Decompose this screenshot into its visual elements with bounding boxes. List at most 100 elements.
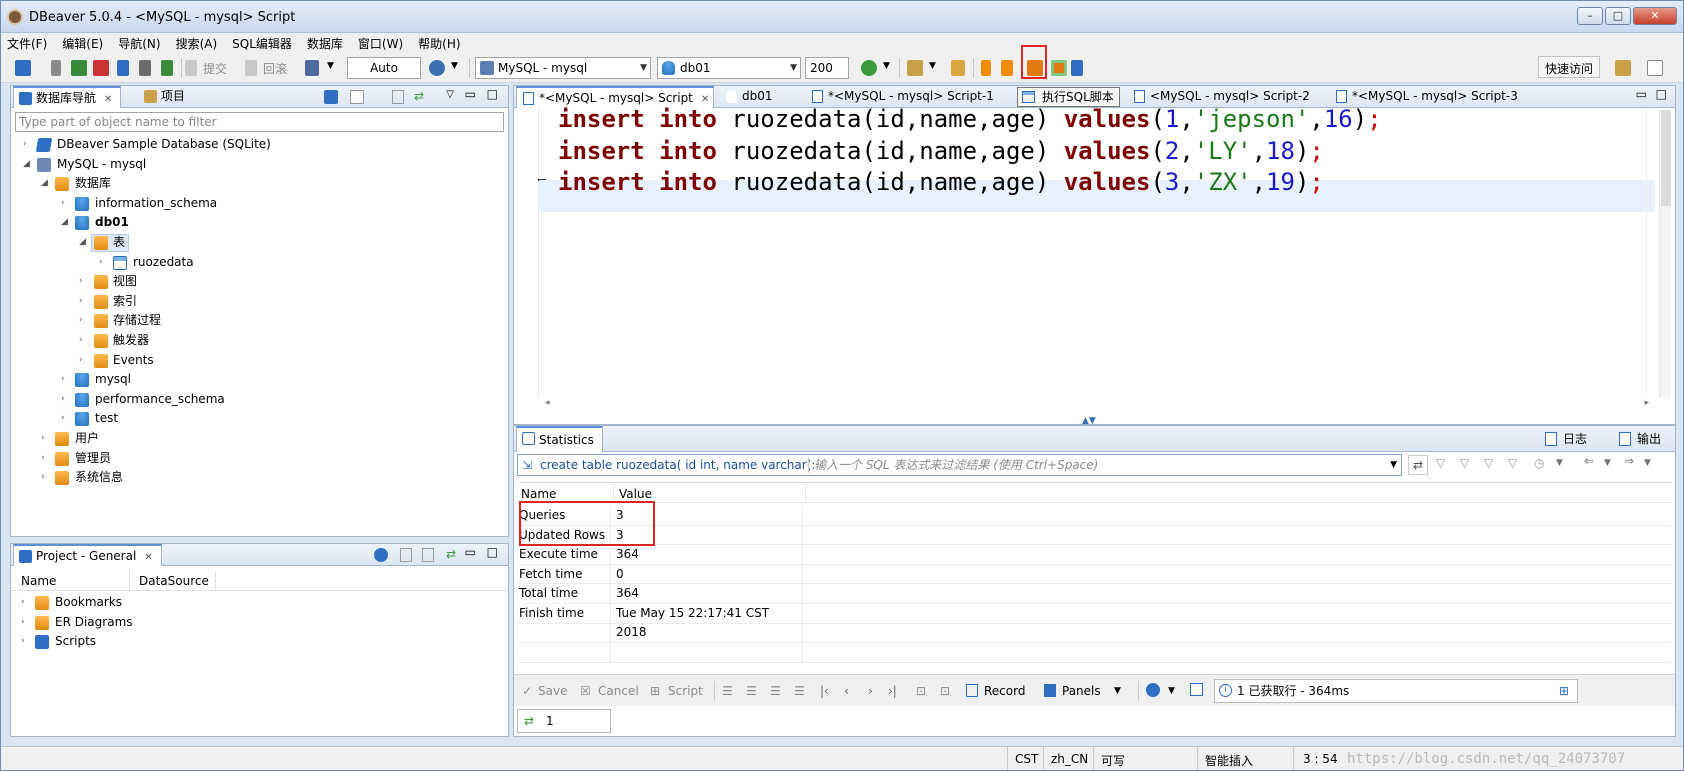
tree-item-databases[interactable]: ◢ 数据库 xyxy=(11,174,508,194)
new-script-icon[interactable] xyxy=(161,60,173,76)
chevron-down-icon[interactable]: ▼ xyxy=(883,61,890,71)
table-row[interactable]: Fetch time 0 xyxy=(517,564,1671,585)
expand-all-icon[interactable] xyxy=(422,548,434,562)
first-page-icon[interactable]: |‹ xyxy=(820,684,829,698)
schema-selector[interactable]: db01 ▼ xyxy=(657,57,801,79)
commit-button[interactable]: 提交 xyxy=(203,60,227,77)
minimize-editor-icon[interactable]: ▭ xyxy=(1636,87,1647,101)
column-name[interactable]: Name xyxy=(521,487,556,501)
tree-item-events[interactable]: › Events xyxy=(11,351,508,371)
tree-item-mysql-connection[interactable]: ◢ MySQL - mysql xyxy=(11,155,508,175)
close-button[interactable]: ✕ xyxy=(1633,7,1677,25)
filter-history-icon[interactable]: ▽ xyxy=(1508,456,1517,470)
result-tab-1[interactable]: ⇄ 1 xyxy=(517,709,611,733)
fetch-all-icon[interactable]: ⊡ xyxy=(940,684,950,698)
rollback-button[interactable]: 回滚 xyxy=(263,60,287,77)
chevron-down-icon[interactable]: ▼ xyxy=(1168,686,1175,696)
tree-item-performance-schema[interactable]: › performance_schema xyxy=(11,390,508,410)
forward-icon[interactable]: ⇒ xyxy=(1624,454,1634,468)
disconnect-icon[interactable] xyxy=(93,60,109,76)
dbeaver-perspective-icon[interactable] xyxy=(1647,60,1663,76)
maximize-editor-icon[interactable]: □ xyxy=(1656,87,1667,101)
chevron-down-icon[interactable]: ▼ xyxy=(1644,458,1651,468)
tab-project[interactable]: 项目 xyxy=(139,86,193,108)
history-icon[interactable] xyxy=(429,60,445,76)
execute-new-tab-icon[interactable] xyxy=(1001,60,1013,76)
back-icon[interactable]: ⇐ xyxy=(1584,454,1594,468)
close-icon[interactable]: ✕ xyxy=(144,552,152,563)
tree-item-information-schema[interactable]: › information_schema xyxy=(11,194,508,214)
grid-view-icon[interactable] xyxy=(1190,683,1203,696)
output-button[interactable]: 输出 xyxy=(1618,430,1661,448)
add-row-icon[interactable]: ☰ xyxy=(746,684,757,698)
log-button[interactable]: 日志 xyxy=(1544,430,1587,448)
record-button[interactable]: Record xyxy=(984,684,1025,698)
copy-row-icon[interactable]: ☰ xyxy=(770,684,781,698)
filter-icon[interactable]: ▽ xyxy=(1436,456,1445,470)
tree-item-test[interactable]: › test xyxy=(11,409,508,429)
new-connection-icon[interactable] xyxy=(324,90,338,104)
view-menu-icon[interactable]: ▽ xyxy=(446,89,454,100)
tree-item-ruozedata[interactable]: › ruozedata xyxy=(11,253,508,273)
results-filter-input[interactable]: 输入一个 SQL 表达式来过滤结果 (使用 Ctrl+Space) xyxy=(814,455,1098,475)
filter-clear-icon[interactable]: ▽ xyxy=(1460,456,1469,470)
table-row[interactable]: Updated Rows 3 xyxy=(517,525,1671,546)
link-with-editor-icon[interactable]: ⇄ xyxy=(414,89,424,103)
tree-item-procedures[interactable]: › 存储过程 xyxy=(11,311,508,331)
tab-statistics[interactable]: Statistics xyxy=(516,426,603,452)
execute-script-new-tab-icon[interactable] xyxy=(1051,60,1067,76)
maximize-button[interactable]: □ xyxy=(1605,7,1631,25)
refresh-icon[interactable] xyxy=(861,60,877,76)
result-limit-input[interactable]: 200 xyxy=(805,57,849,79)
menu-help[interactable]: 帮助(H) xyxy=(418,35,460,52)
menu-sql-editor[interactable]: SQL编辑器 xyxy=(232,35,292,52)
commit-icon[interactable] xyxy=(185,60,197,76)
gear-icon[interactable] xyxy=(1146,683,1160,697)
collapse-all-icon[interactable] xyxy=(392,90,404,104)
chevron-down-icon[interactable]: ▼ xyxy=(1390,455,1397,475)
chevron-down-icon[interactable]: ▼ xyxy=(451,61,458,71)
quick-access-input[interactable]: 快速访问 xyxy=(1538,56,1601,78)
menu-database[interactable]: 数据库 xyxy=(307,35,343,52)
maximize-view-icon[interactable]: □ xyxy=(487,87,498,101)
horizontal-scrollbar[interactable]: ◂ ▸ xyxy=(539,398,1655,412)
menu-file[interactable]: 文件(F) xyxy=(7,35,47,52)
tree-item-triggers[interactable]: › 触发器 xyxy=(11,331,508,351)
table-row[interactable]: Finish time Tue May 15 22:17:41 CST 2018 xyxy=(517,603,1671,639)
tab-database-navigator[interactable]: 数据库导航 ✕ xyxy=(13,86,122,108)
minimize-view-icon[interactable]: ▭ xyxy=(465,87,476,101)
filter-connections-icon[interactable] xyxy=(350,90,364,104)
transaction-icon[interactable] xyxy=(305,60,319,76)
tree-item-tables[interactable]: ◢ 表 xyxy=(11,233,508,253)
tab-project-general[interactable]: Project - General ✕ xyxy=(13,544,162,566)
tree-item-users[interactable]: › 用户 xyxy=(11,429,508,449)
new-connection-icon[interactable] xyxy=(15,60,31,76)
panels-button[interactable]: Panels xyxy=(1062,684,1101,698)
sql-editor-icon[interactable] xyxy=(117,60,129,76)
tree-item-bookmarks[interactable]: › Bookmarks xyxy=(11,593,508,613)
rollback-icon[interactable] xyxy=(245,60,257,76)
column-datasource[interactable]: DataSource xyxy=(139,574,209,588)
table-row[interactable]: Total time 364 xyxy=(517,584,1671,604)
transaction-mode-button[interactable]: Auto xyxy=(347,57,421,79)
execute-statement-icon[interactable] xyxy=(981,60,991,76)
chevron-down-icon[interactable]: ▼ xyxy=(1114,686,1121,696)
column-value[interactable]: Value xyxy=(619,487,652,501)
tree-item-system-info[interactable]: › 系统信息 xyxy=(11,468,508,488)
tree-item-indexes[interactable]: › 索引 xyxy=(11,292,508,312)
tree-item-sample-db[interactable]: › DBeaver Sample Database (SQLite) xyxy=(11,135,508,155)
chevron-down-icon[interactable]: ▼ xyxy=(327,61,334,71)
collapse-all-icon[interactable] xyxy=(400,548,412,562)
tree-item-db01[interactable]: ◢ db01 xyxy=(11,213,508,233)
auto-refresh-icon[interactable]: ◷ xyxy=(1534,456,1544,470)
recent-sql-icon[interactable] xyxy=(139,60,151,76)
table-row[interactable]: Execute time 364 xyxy=(517,545,1671,565)
tree-item-admin[interactable]: › 管理员 xyxy=(11,449,508,469)
menu-search[interactable]: 搜索(A) xyxy=(176,35,218,52)
menu-window[interactable]: 窗口(W) xyxy=(358,35,403,52)
menu-edit[interactable]: 编辑(E) xyxy=(62,35,103,52)
chevron-down-icon[interactable]: ▼ xyxy=(929,61,936,71)
apply-filter-icon[interactable]: ⇄ xyxy=(1408,455,1428,475)
edit-row-icon[interactable]: ☰ xyxy=(722,684,733,698)
minimize-button[interactable]: – xyxy=(1577,7,1603,25)
